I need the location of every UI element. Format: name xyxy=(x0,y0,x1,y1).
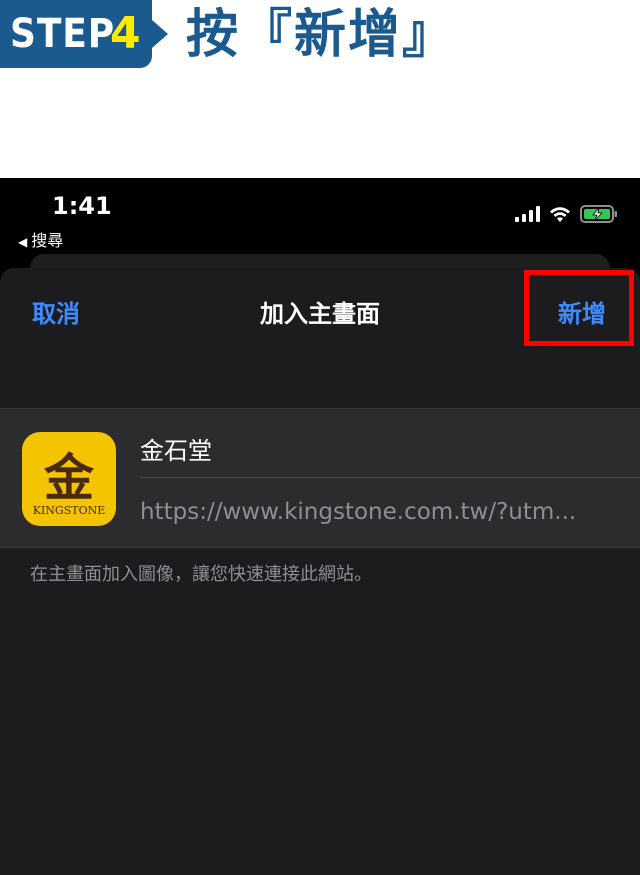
bookmark-url: https://www.kingstone.com.tw/?utm... xyxy=(140,499,577,525)
phone-screen: 1:41 ◀ 搜尋 加入主畫面 取消 新增 金 KINGSTONE 金石堂 ht… xyxy=(0,178,640,875)
status-time: 1:41 xyxy=(52,192,112,220)
back-arrow-icon: ◀ xyxy=(18,235,28,249)
sheet-note: 在主畫面加入圖像，讓您快速連接此網站。 xyxy=(30,564,372,585)
wifi-icon xyxy=(550,207,570,222)
step-word: STEP xyxy=(10,11,116,57)
status-icons xyxy=(515,204,618,224)
app-icon-brand: KINGSTONE xyxy=(32,504,106,517)
card-divider xyxy=(140,477,640,478)
signal-icon xyxy=(515,206,540,222)
bookmark-card: 金 KINGSTONE 金石堂 https://www.kingstone.co… xyxy=(0,408,640,548)
app-icon-glyph: 金 xyxy=(44,449,94,507)
add-button-highlight xyxy=(524,270,634,346)
battery-charging-icon xyxy=(580,205,617,223)
back-label: 搜尋 xyxy=(31,231,64,250)
step-number: 4 xyxy=(110,8,141,59)
kingstone-app-icon: 金 KINGSTONE xyxy=(22,432,116,526)
step-instruction: 按『新增』 xyxy=(186,5,457,65)
step-banner: STEP 4 按『新增』 xyxy=(0,0,640,178)
step-tag: STEP 4 xyxy=(0,0,152,68)
bookmark-name-field[interactable]: 金石堂 xyxy=(140,431,212,466)
step-arrow-icon xyxy=(152,20,168,48)
cancel-button[interactable]: 取消 xyxy=(32,294,80,329)
add-to-home-sheet: 加入主畫面 取消 新增 金 KINGSTONE 金石堂 https://www.… xyxy=(0,268,640,875)
back-to-search-link[interactable]: ◀ 搜尋 xyxy=(18,227,63,251)
